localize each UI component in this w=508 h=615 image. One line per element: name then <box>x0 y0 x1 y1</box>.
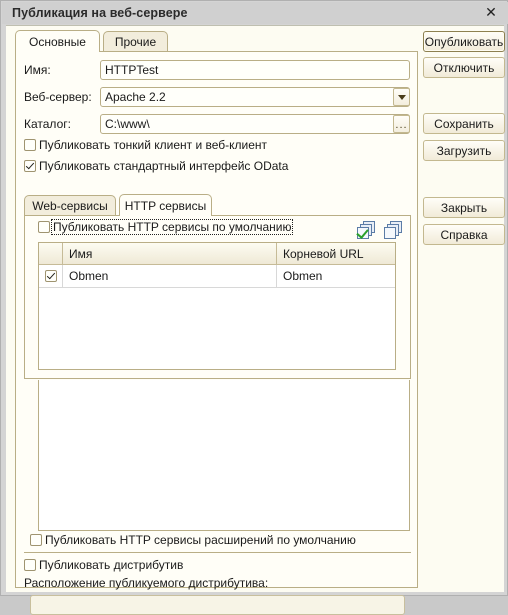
outer-tab-strip: Основные Прочие <box>15 30 418 52</box>
table-header-name: Имя <box>63 243 277 264</box>
checkbox-odata[interactable]: Публиковать стандартный интерфейс OData <box>24 159 289 173</box>
publish-button-label: Опубликовать <box>424 34 504 49</box>
checkbox-publish-distribution-box <box>24 559 36 571</box>
disconnect-button-label: Отключить <box>433 60 495 75</box>
table-row-checkbox <box>44 270 57 282</box>
checkbox-thin-client-box <box>24 139 36 151</box>
tab-http-services-label: HTTP сервисы <box>124 198 207 213</box>
help-button[interactable]: Справка <box>423 224 505 245</box>
dialog-window: Публикация на веб-сервере ✕ Основные Про… <box>0 0 508 615</box>
table-row-name: Obmen <box>63 265 277 287</box>
checkbox-odata-box <box>24 160 36 172</box>
close-button-label: Закрыть <box>440 200 488 215</box>
field-row-catalog: Каталог: ... <box>24 114 412 134</box>
table-header-check <box>39 243 63 264</box>
checkbox-thin-client-label: Публиковать тонкий клиент и веб-клиент <box>39 138 268 152</box>
table-row-checkbox-cell[interactable] <box>39 265 63 287</box>
table-row[interactable]: Obmen Obmen <box>39 265 395 288</box>
load-button-label: Загрузить <box>436 143 492 158</box>
active-tab-join <box>16 51 99 52</box>
checkbox-odata-label: Публиковать стандартный интерфейс OData <box>39 159 289 173</box>
chevron-down-icon <box>397 94 406 100</box>
inner-active-tab-join <box>120 215 210 216</box>
name-label: Имя: <box>24 63 51 77</box>
field-row-webserver: Веб-сервер: <box>24 87 412 107</box>
distribution-location-label: Расположение публикуемого дистрибутива: <box>24 576 269 590</box>
webserver-combo-input[interactable] <box>100 87 410 107</box>
http-services-table: Имя Корневой URL Obmen Obmen <box>38 242 396 370</box>
load-button[interactable]: Загрузить <box>423 140 505 161</box>
checkbox-publish-http-extensions-label: Публиковать HTTP сервисы расширений по у… <box>45 533 356 547</box>
table-row-url: Obmen <box>283 269 323 283</box>
window-title: Публикация на веб-сервере <box>12 6 188 20</box>
checkbox-publish-http-default-box <box>38 221 50 233</box>
catalog-label: Каталог: <box>24 117 71 131</box>
http-services-content: Публиковать HTTP сервисы по умолчанию Им… <box>24 216 411 380</box>
ellipsis-icon: ... <box>395 119 408 131</box>
client-area: Основные Прочие Имя: Веб-сервер: <box>6 25 505 615</box>
checkbox-publish-http-default[interactable]: Публиковать HTTP сервисы по умолчанию <box>38 219 294 235</box>
checkbox-publish-http-extensions[interactable]: Публиковать HTTP сервисы расширений по у… <box>30 533 357 547</box>
distribution-location-input[interactable] <box>30 595 405 615</box>
checkbox-publish-http-default-label: Публиковать HTTP сервисы по умолчанию <box>50 219 294 235</box>
tab-web-services-label: Web-сервисы <box>32 199 108 213</box>
grid-toolbar <box>356 221 403 239</box>
tab-web-services[interactable]: Web-сервисы <box>24 195 116 216</box>
inner-tab-strip: Web-сервисы HTTP сервисы <box>24 194 411 216</box>
checkbox-publish-http-extensions-box <box>30 534 42 546</box>
webserver-dropdown-button[interactable] <box>393 88 410 106</box>
name-input[interactable] <box>100 60 410 80</box>
table-header-url: Корневой URL <box>283 246 364 261</box>
catalog-input[interactable] <box>100 114 410 134</box>
tab-osnovnye[interactable]: Основные <box>15 30 100 52</box>
tab-prochie-label: Прочие <box>114 35 157 49</box>
save-button-label: Сохранить <box>434 116 494 131</box>
publish-button[interactable]: Опубликовать <box>423 31 505 52</box>
title-bar: Публикация на веб-сервере ✕ <box>2 2 508 24</box>
inner-tab-divider <box>24 215 411 216</box>
close-icon[interactable]: ✕ <box>482 5 500 21</box>
catalog-browse-button[interactable]: ... <box>393 115 410 133</box>
tab-osnovnye-label: Основные <box>29 34 86 49</box>
disconnect-button[interactable]: Отключить <box>423 57 505 78</box>
main-panel: Имя: Веб-сервер: Каталог: ... <box>15 52 418 615</box>
save-button[interactable]: Сохранить <box>423 113 505 134</box>
tab-http-services[interactable]: HTTP сервисы <box>119 194 212 216</box>
check-all-stack-icon[interactable] <box>356 221 376 239</box>
group-bottom-divider <box>24 552 411 553</box>
webserver-label: Веб-сервер: <box>24 90 92 104</box>
field-row-name: Имя: <box>24 60 412 80</box>
help-button-label: Справка <box>440 227 488 242</box>
checkbox-thin-client[interactable]: Публиковать тонкий клиент и веб-клиент <box>24 138 268 152</box>
close-button[interactable]: Закрыть <box>423 197 505 218</box>
checkbox-publish-distribution[interactable]: Публиковать дистрибутив <box>24 558 184 572</box>
uncheck-all-stack-icon[interactable] <box>384 221 403 239</box>
checkbox-publish-distribution-label: Публиковать дистрибутив <box>39 558 184 572</box>
table-empty-space <box>39 288 395 369</box>
table-overflow-area <box>38 380 410 531</box>
table-header-row: Имя Корневой URL <box>39 243 395 265</box>
tab-prochie[interactable]: Прочие <box>103 31 168 52</box>
